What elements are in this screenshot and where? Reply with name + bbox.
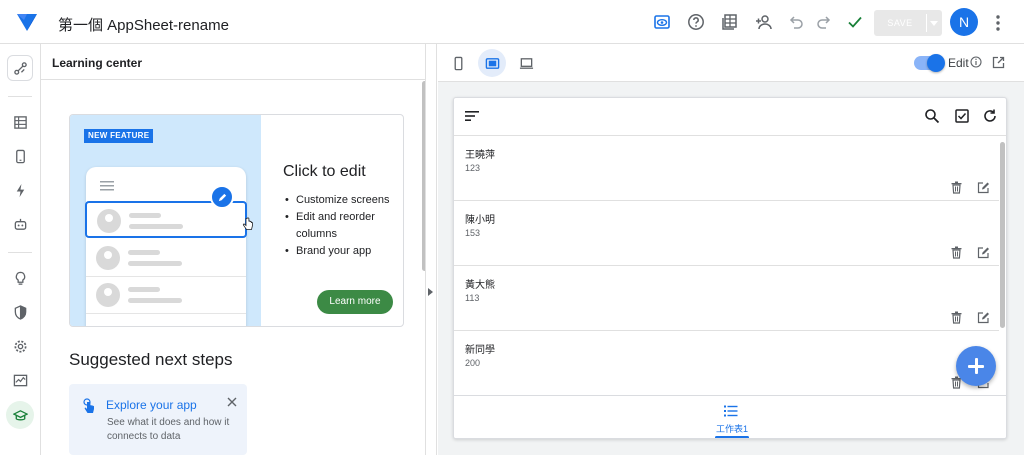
record-value: 200 xyxy=(465,358,481,368)
record-value: 113 xyxy=(465,293,480,303)
record-name: 新同學 xyxy=(465,345,495,356)
top-bar: 第一個 AppSheet-rename SAVE N xyxy=(0,0,1024,44)
feature-bullet: Brand your app xyxy=(285,243,403,260)
save-button-label: SAVE xyxy=(887,18,913,28)
avatar[interactable]: N xyxy=(950,8,978,36)
rail-divider xyxy=(8,252,32,253)
suggested-next-steps-title: Suggested next steps xyxy=(69,350,233,369)
close-icon[interactable] xyxy=(227,397,237,407)
help-icon[interactable] xyxy=(686,12,706,32)
feature-bullet: Customize screens xyxy=(285,192,403,209)
pencil-icon xyxy=(210,185,234,209)
app-icon[interactable] xyxy=(8,144,32,168)
tablet-device-icon[interactable] xyxy=(478,49,506,77)
feature-bullets: Customize screens Edit and reorder colum… xyxy=(285,192,403,260)
info-icon[interactable] xyxy=(970,56,982,68)
delete-icon[interactable] xyxy=(950,246,963,259)
record-name: 黃大熊 xyxy=(465,280,495,291)
undo-icon[interactable] xyxy=(786,12,806,32)
record-name: 王曉萍 xyxy=(465,150,495,161)
security-icon[interactable] xyxy=(8,300,32,324)
save-button[interactable]: SAVE xyxy=(874,10,942,36)
check-icon[interactable] xyxy=(845,12,865,32)
list-item[interactable]: 王曉萍 123 xyxy=(454,137,999,201)
list-item[interactable]: 陳小明 153 xyxy=(454,202,999,266)
preview-toolbar: Edit xyxy=(438,44,1024,82)
delete-icon[interactable] xyxy=(950,311,963,324)
refresh-icon[interactable] xyxy=(982,108,998,124)
new-feature-card: NEW FEATURE Click to edit Customize scre… xyxy=(69,114,404,327)
edit-icon[interactable] xyxy=(977,246,990,259)
data-icon[interactable] xyxy=(8,110,32,134)
explore-app-card[interactable]: Explore your app See what it does and ho… xyxy=(69,384,247,455)
monitor-icon[interactable] xyxy=(8,368,32,392)
sort-icon[interactable] xyxy=(464,108,480,124)
rail-divider xyxy=(8,96,32,97)
explore-app-description: See what it does and how it connects to … xyxy=(107,417,230,442)
select-checkbox-icon[interactable] xyxy=(954,108,970,124)
search-icon[interactable] xyxy=(924,108,940,124)
app-title: 第一個 AppSheet-rename xyxy=(58,17,229,34)
record-list: 王曉萍 123 陳小明 153 黃大熊 113 新同學 200 xyxy=(454,137,1006,395)
record-name: 陳小明 xyxy=(465,215,495,226)
ideas-icon[interactable] xyxy=(8,266,32,290)
table-icon[interactable] xyxy=(720,12,740,32)
mock-row xyxy=(86,240,246,277)
learning-center-header: Learning center xyxy=(41,44,425,80)
edit-icon[interactable] xyxy=(977,311,990,324)
list-view-icon[interactable] xyxy=(724,405,738,417)
hand-cursor-icon xyxy=(242,217,253,230)
learning-center-title: Learning center xyxy=(52,56,143,70)
learn-more-button[interactable]: Learn more xyxy=(317,290,393,314)
explore-app-title[interactable]: Explore your app xyxy=(106,398,197,412)
appsheet-logo-icon[interactable] xyxy=(15,11,39,33)
feature-bullet: Edit and reorder columns xyxy=(285,209,403,243)
mobile-device-icon[interactable] xyxy=(444,49,472,77)
record-value: 153 xyxy=(465,228,481,238)
toggle-knob xyxy=(927,54,945,72)
learning-icon[interactable] xyxy=(6,401,34,429)
bot-icon[interactable] xyxy=(8,212,32,236)
share-icon[interactable] xyxy=(754,12,774,32)
nav-active-indicator xyxy=(715,436,749,438)
touch-icon xyxy=(83,398,94,413)
edit-label: Edit xyxy=(948,56,969,70)
feature-text: Click to edit Customize screens Edit and… xyxy=(261,115,403,326)
automation-icon[interactable] xyxy=(8,178,32,202)
add-record-button[interactable] xyxy=(956,346,996,386)
list-item[interactable]: 新同學 200 xyxy=(454,332,999,395)
save-separator xyxy=(926,14,927,32)
collapse-arrow-icon[interactable] xyxy=(428,288,433,296)
delete-icon[interactable] xyxy=(950,181,963,194)
list-item[interactable]: 黃大熊 113 xyxy=(454,267,999,331)
feature-illustration: NEW FEATURE xyxy=(70,115,261,326)
edit-icon[interactable] xyxy=(977,181,990,194)
app-bottom-nav: 工作表1 xyxy=(454,395,1006,438)
save-dropdown-icon[interactable] xyxy=(930,21,938,26)
app-frame: 王曉萍 123 陳小明 153 黃大熊 113 新同學 200 工作表1 xyxy=(453,97,1007,439)
more-vert-icon[interactable] xyxy=(994,14,1002,32)
app-preview: Edit 王曉萍 123 陳小明 153 黃大熊 113 新同學 200 工作表… xyxy=(438,44,1024,455)
desktop-device-icon[interactable] xyxy=(512,49,540,77)
settings-icon[interactable] xyxy=(8,334,32,358)
record-value: 123 xyxy=(465,163,481,173)
app-header xyxy=(454,98,1006,136)
new-feature-badge: NEW FEATURE xyxy=(84,129,154,143)
menu-icon xyxy=(100,181,114,191)
feature-title: Click to edit xyxy=(283,163,366,180)
mock-row xyxy=(86,277,246,314)
home-icon[interactable] xyxy=(7,55,33,81)
preview-eye-icon[interactable] xyxy=(652,12,672,32)
record-list-scrollbar[interactable] xyxy=(1000,142,1005,328)
panel-splitter[interactable] xyxy=(425,44,437,455)
nav-tab-label[interactable]: 工作表1 xyxy=(716,422,748,435)
edit-toggle[interactable] xyxy=(914,54,945,72)
learning-center-panel: Learning center NEW FEATURE Click to edi… xyxy=(41,44,427,455)
left-rail xyxy=(0,44,41,455)
open-in-new-icon[interactable] xyxy=(992,56,1005,69)
redo-icon[interactable] xyxy=(814,12,834,32)
